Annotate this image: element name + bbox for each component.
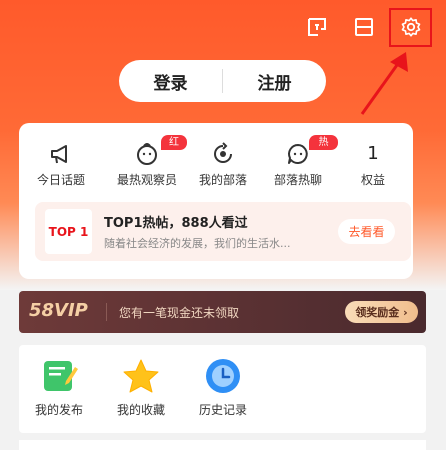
auth-pill: 登录 注册 bbox=[119, 60, 326, 102]
feature-today-topic[interactable]: 今日话题 bbox=[21, 141, 101, 188]
community-card: 今日话题 红包 最热观察员 我的部落 热门 部落热聊 1 权益 TOP 1 TO… bbox=[19, 123, 413, 279]
tool-label: 历史记录 bbox=[198, 403, 247, 417]
feature-label: 权益 bbox=[360, 173, 385, 187]
my-tools-card: 我的发布 我的收藏 历史记录 bbox=[19, 345, 426, 433]
refresh-circle-icon bbox=[214, 142, 232, 163]
feature-tribe-chat[interactable]: 热门 部落热聊 bbox=[258, 135, 338, 188]
tool-label: 我的收藏 bbox=[116, 403, 165, 417]
vip-message: 您有一笔现金还未领取 bbox=[119, 306, 240, 320]
tool-my-favorites[interactable]: 我的收藏 bbox=[106, 357, 176, 418]
vip-logo: 58VIP bbox=[29, 300, 88, 321]
view-hot-post-button[interactable]: 去看看 bbox=[338, 219, 395, 244]
settings-highlight-box bbox=[389, 8, 432, 47]
hot-post-subtitle: 随着社会经济的发展，我们的生活水... bbox=[104, 237, 291, 250]
feature-label: 我的部落 bbox=[198, 173, 247, 187]
next-section-edge bbox=[19, 440, 426, 450]
feature-benefits[interactable]: 1 权益 bbox=[333, 141, 413, 188]
login-button[interactable]: 登录 bbox=[119, 69, 222, 94]
feature-label: 最热观察员 bbox=[116, 173, 177, 187]
megaphone-icon bbox=[51, 145, 67, 164]
scan-icon bbox=[308, 18, 326, 36]
vip-banner[interactable]: 58VIP 您有一笔现金还未领取 领奖励金 › bbox=[19, 291, 426, 333]
feature-top-observer[interactable]: 红包 最热观察员 bbox=[107, 135, 187, 188]
hot-post-title: TOP1热帖，888人看过 bbox=[104, 216, 248, 231]
claim-reward-button[interactable]: 领奖励金 › bbox=[345, 301, 418, 323]
hot-post-thumbnail: TOP 1 bbox=[45, 209, 92, 254]
tool-label: 我的发布 bbox=[34, 403, 83, 417]
notepad-pencil-icon bbox=[44, 361, 78, 391]
star-icon bbox=[123, 359, 159, 393]
register-button[interactable]: 注册 bbox=[223, 69, 326, 94]
face-icon bbox=[137, 143, 157, 165]
feature-label: 今日话题 bbox=[36, 173, 85, 187]
tool-my-posts[interactable]: 我的发布 bbox=[24, 357, 94, 418]
card-list-icon bbox=[355, 18, 373, 36]
clock-icon bbox=[206, 359, 240, 393]
benefits-count: 1 bbox=[367, 143, 379, 164]
hot-post-banner[interactable]: TOP 1 TOP1热帖，888人看过 随着社会经济的发展，我们的生活水... … bbox=[35, 202, 411, 261]
scan-button[interactable] bbox=[302, 12, 332, 42]
chat-bubble-icon bbox=[288, 144, 308, 164]
annotation-arrow-icon bbox=[360, 52, 408, 115]
tool-history[interactable]: 历史记录 bbox=[188, 357, 258, 418]
card-list-button[interactable] bbox=[349, 12, 379, 42]
feature-label: 部落热聊 bbox=[273, 173, 322, 187]
vip-divider bbox=[106, 303, 107, 321]
feature-my-tribe[interactable]: 我的部落 bbox=[183, 141, 263, 188]
feature-row: 今日话题 红包 最热观察员 我的部落 热门 部落热聊 1 权益 bbox=[19, 135, 413, 191]
